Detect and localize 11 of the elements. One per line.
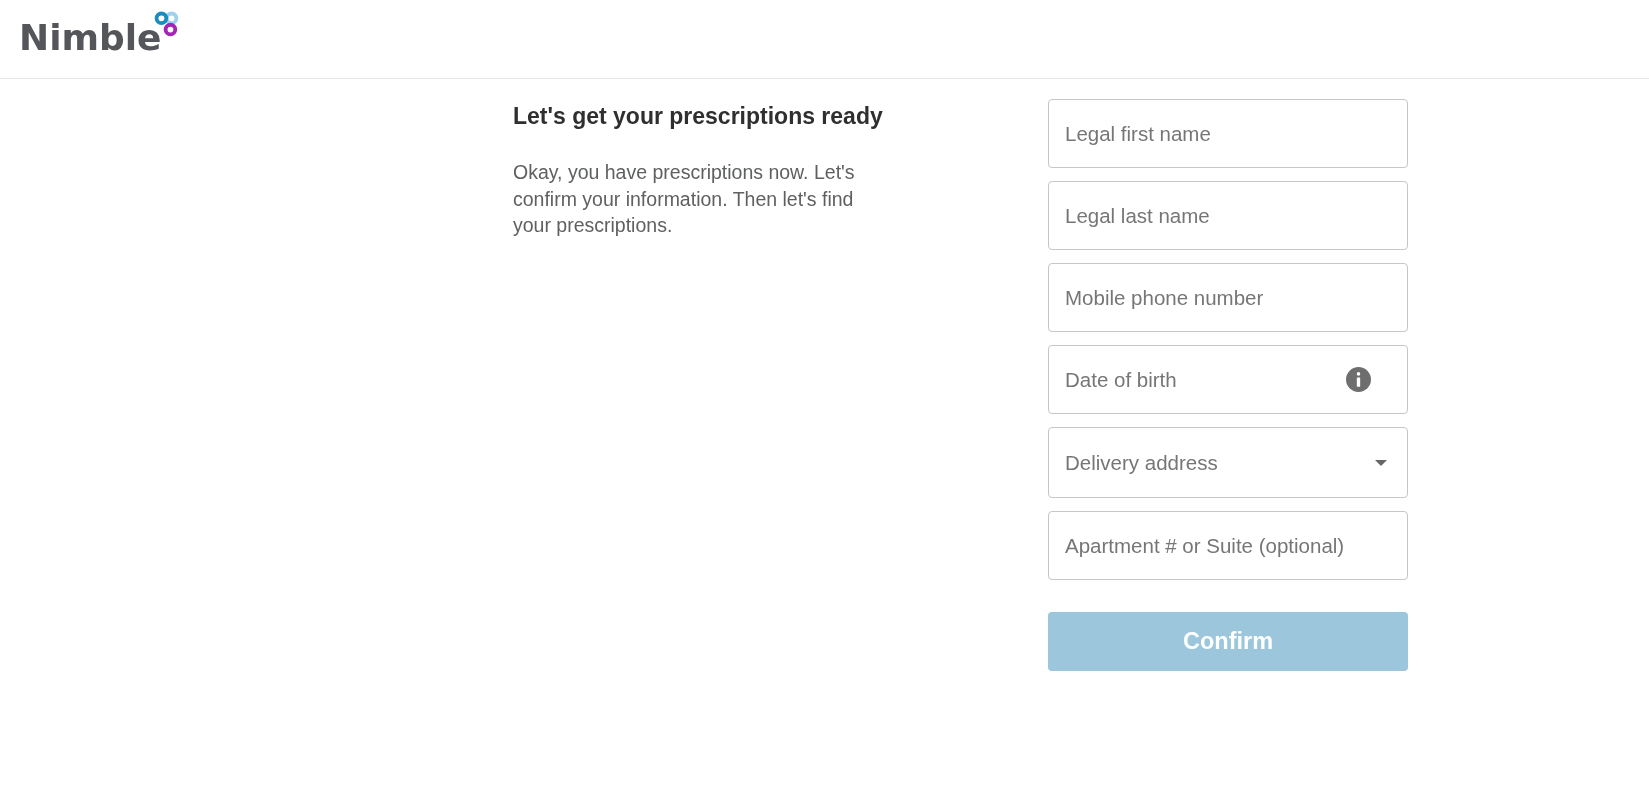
info-icon[interactable] xyxy=(1346,367,1371,392)
input-field[interactable]: Legal first name xyxy=(1048,99,1408,168)
page-heading: Let's get your prescriptions ready xyxy=(513,102,884,131)
input-field[interactable]: Mobile phone number xyxy=(1048,263,1408,332)
caret-icon xyxy=(1375,460,1387,466)
intro-text: Okay, you have prescriptions now. Let's confirm your information. Then let's find your prescriptions. xyxy=(513,160,856,238)
input-field[interactable]: Legal last name xyxy=(1048,181,1408,250)
dropdown-field[interactable]: Delivery address xyxy=(1048,427,1408,498)
input-field[interactable]: Apartment # or Suite (optional) xyxy=(1048,511,1408,580)
logo-wordmark: Nimble xyxy=(19,16,162,60)
date-field[interactable]: Date of birth xyxy=(1048,345,1408,414)
